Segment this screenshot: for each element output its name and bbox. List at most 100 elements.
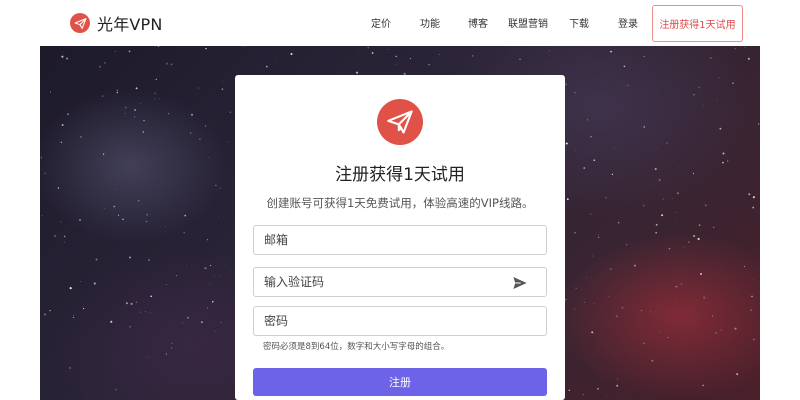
star	[207, 157, 209, 158]
nav-item-login[interactable]: 登录	[618, 15, 638, 30]
star	[428, 63, 430, 66]
star	[598, 371, 600, 372]
star	[621, 306, 624, 309]
star	[215, 184, 217, 186]
star	[104, 62, 106, 64]
star	[656, 148, 658, 149]
star	[44, 313, 47, 316]
star	[218, 216, 219, 218]
star	[711, 315, 714, 317]
star	[677, 192, 679, 194]
star	[209, 264, 212, 267]
star	[752, 206, 755, 209]
star	[566, 198, 569, 201]
star	[57, 187, 60, 189]
password-field[interactable]	[254, 307, 546, 335]
signup-cta-button[interactable]: 注册获得1天试用	[652, 5, 743, 42]
send-icon[interactable]	[512, 275, 528, 291]
nav-item-features[interactable]: 功能	[420, 15, 440, 30]
star	[215, 330, 216, 332]
star	[79, 219, 81, 222]
star	[129, 325, 132, 328]
star	[154, 98, 156, 100]
email-field[interactable]	[254, 226, 546, 254]
star	[125, 302, 128, 305]
star	[146, 213, 148, 216]
star	[675, 301, 676, 302]
nav-item-affiliate[interactable]: 联盟营销	[508, 15, 548, 30]
star	[607, 237, 609, 238]
star	[198, 87, 200, 89]
nav-item-download[interactable]: 下载	[569, 15, 589, 30]
register-button[interactable]: 注册	[253, 368, 547, 396]
star	[752, 196, 755, 199]
star	[222, 80, 224, 82]
verification-code-field[interactable]	[254, 268, 546, 296]
star	[386, 48, 388, 50]
star	[597, 387, 599, 390]
star	[224, 264, 226, 266]
star	[676, 212, 678, 214]
star	[150, 295, 153, 298]
star	[134, 109, 137, 111]
star	[367, 47, 369, 49]
star	[201, 321, 203, 323]
nav-item-pricing[interactable]: 定价	[371, 15, 391, 30]
star	[82, 307, 85, 310]
star	[395, 63, 397, 65]
star	[221, 88, 224, 90]
star	[144, 390, 146, 391]
star	[205, 125, 207, 127]
star	[140, 311, 142, 313]
star	[170, 63, 173, 66]
star	[672, 197, 674, 199]
star	[658, 331, 660, 332]
star	[49, 309, 51, 312]
star	[199, 138, 201, 140]
star	[574, 92, 576, 94]
star	[395, 55, 397, 58]
star	[115, 188, 116, 190]
star	[63, 241, 65, 243]
star	[208, 283, 210, 285]
star	[212, 300, 214, 303]
star	[41, 215, 43, 217]
star	[148, 259, 150, 261]
star	[698, 86, 701, 89]
star	[750, 309, 753, 312]
star	[608, 296, 610, 298]
brand[interactable]: 光年VPN	[70, 10, 163, 36]
star	[61, 123, 64, 127]
nav-item-blog[interactable]: 博客	[468, 15, 488, 30]
star	[565, 298, 567, 301]
star	[137, 200, 140, 202]
star	[73, 314, 75, 316]
star	[732, 82, 734, 84]
signup-subtitle: 创建账号可获得1天免费试用，体验高速的VIP线路。	[266, 196, 534, 210]
star	[182, 322, 184, 324]
star	[593, 303, 595, 305]
star	[122, 218, 124, 221]
star	[261, 69, 263, 70]
star	[72, 316, 75, 319]
star	[178, 239, 180, 241]
star	[675, 285, 678, 288]
star	[633, 264, 636, 267]
star	[586, 119, 589, 121]
star	[661, 214, 664, 217]
star	[115, 388, 118, 391]
star	[229, 111, 232, 113]
star	[165, 353, 167, 355]
star	[114, 51, 116, 52]
star	[744, 265, 745, 267]
star	[748, 193, 751, 196]
star	[355, 71, 359, 74]
star	[583, 167, 585, 169]
star	[640, 109, 641, 111]
star	[698, 224, 701, 227]
brand-name: 光年VPN	[97, 15, 163, 34]
signup-title: 注册获得1天试用	[335, 165, 465, 185]
star	[95, 258, 98, 261]
star	[688, 241, 690, 243]
star	[191, 113, 193, 116]
